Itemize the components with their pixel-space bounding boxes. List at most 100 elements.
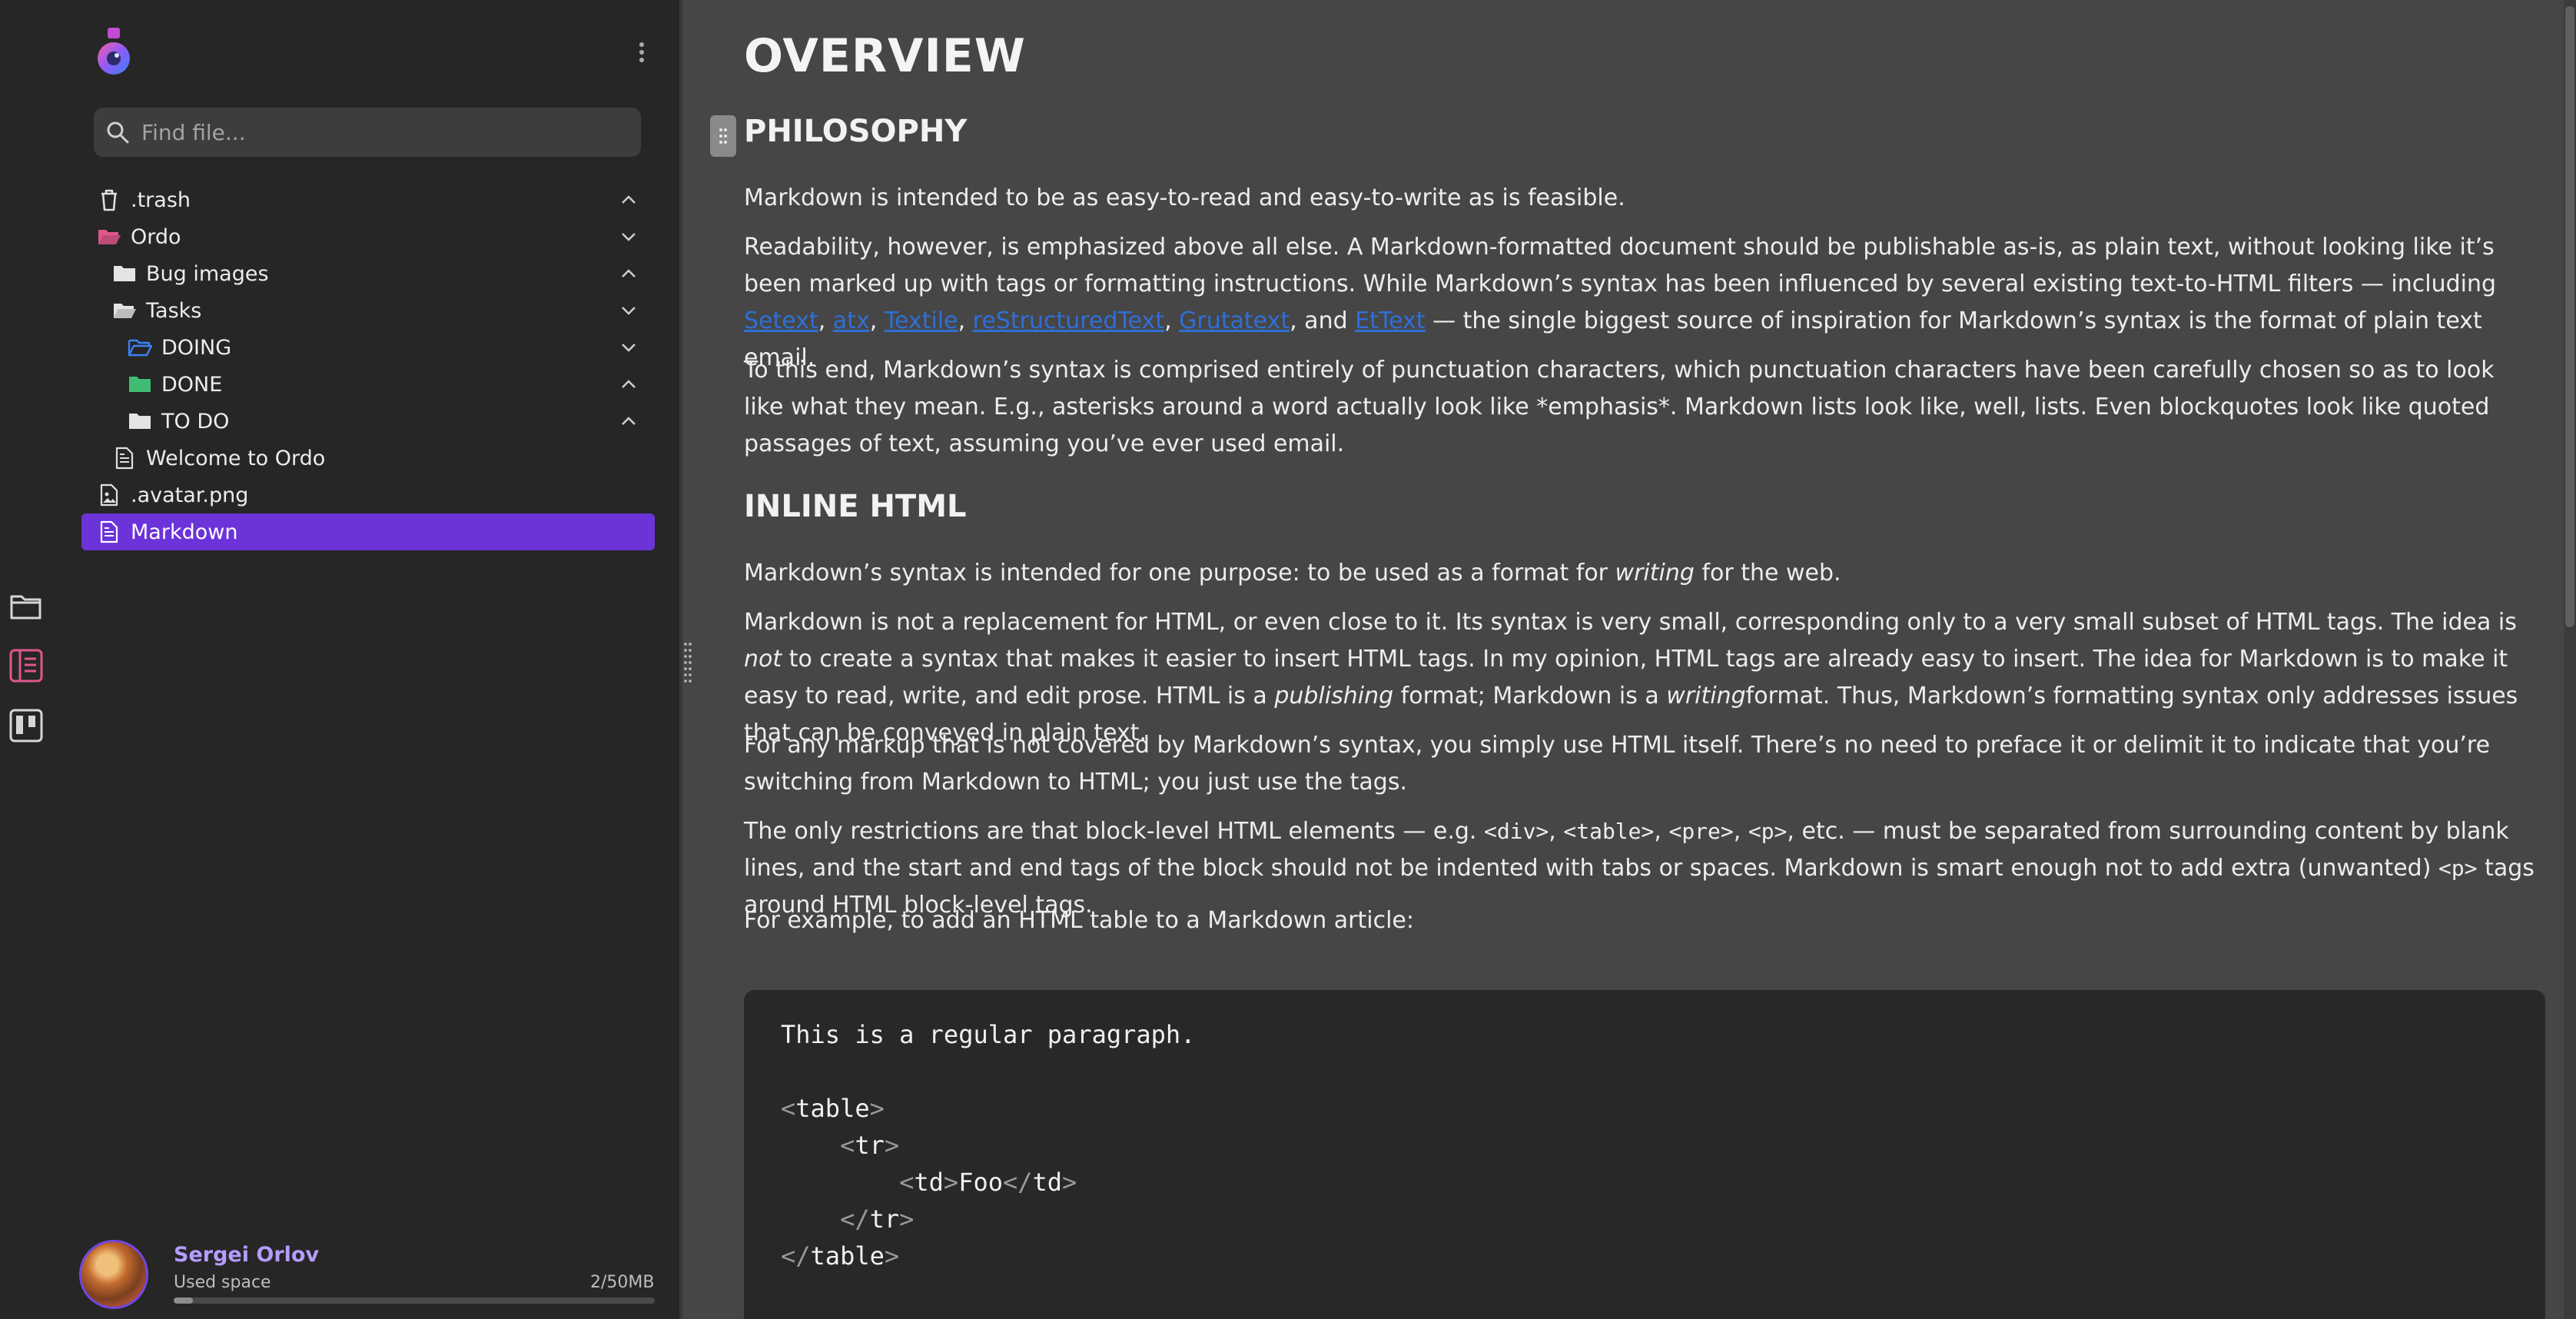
tag-name: td — [1032, 1168, 1063, 1197]
chevron-up-icon[interactable] — [616, 261, 641, 286]
activity-kanban-button[interactable] — [8, 707, 45, 744]
app-logo — [94, 26, 134, 77]
tree-item-bug-images[interactable]: Bug images — [81, 255, 655, 292]
code-block[interactable]: This is a regular paragraph. <table> <tr>… — [744, 990, 2545, 1319]
tag-bracket: > — [943, 1168, 959, 1197]
sidebar: .trash Ordo Bug images Tasks — [52, 0, 679, 1319]
cell-text: Foo — [958, 1168, 1003, 1197]
paragraph: For any markup that is not covered by Ma… — [744, 732, 2491, 796]
chevron-up-icon[interactable] — [616, 188, 641, 212]
link-textile[interactable]: Textile — [885, 307, 958, 334]
chevron-up-icon[interactable] — [616, 372, 641, 397]
tag-name: tr — [855, 1131, 885, 1160]
more-options-button[interactable] — [630, 38, 653, 66]
text: , — [1549, 818, 1564, 845]
link-atx[interactable]: atx — [833, 307, 870, 334]
text: , — [1733, 818, 1748, 845]
tag-bracket: < — [840, 1131, 855, 1160]
paragraph: For example, to add an HTML table to a M… — [744, 907, 1414, 934]
text: , — [1164, 307, 1180, 334]
tag-bracket: > — [884, 1131, 900, 1160]
block-drag-handle[interactable] — [710, 115, 736, 157]
tree-item-ordo[interactable]: Ordo — [81, 218, 655, 255]
text: , and — [1290, 307, 1356, 334]
scrollbar-thumb[interactable] — [2565, 6, 2574, 627]
editor[interactable]: OVERVIEW PHILOSOPHY Markdown is intended… — [682, 0, 2558, 1319]
chevron-down-icon[interactable] — [616, 335, 641, 360]
tag-bracket: </ — [840, 1204, 870, 1234]
folder-open-icon — [128, 335, 152, 360]
code-line: This is a regular paragraph. — [781, 1020, 1196, 1049]
tree-item-doing[interactable]: DOING — [81, 329, 655, 366]
tree-item-label: .trash — [131, 188, 191, 212]
tree-item-tasks[interactable]: Tasks — [81, 292, 655, 329]
inline-code: <table> — [1563, 819, 1655, 844]
tree-item-label: Bug images — [146, 261, 269, 286]
tag-bracket: > — [869, 1094, 885, 1123]
text: Markdown’s syntax is intended for one pu… — [744, 560, 1615, 586]
used-space-fill — [174, 1297, 194, 1304]
tag-name: tr — [869, 1204, 900, 1234]
user-name[interactable]: Sergei Orlov — [174, 1243, 319, 1267]
emphasis: writing — [1666, 683, 1746, 709]
text: for the web. — [1694, 560, 1841, 586]
tree-item-trash[interactable]: .trash — [81, 181, 655, 218]
tag-bracket: < — [781, 1094, 796, 1123]
link-setext[interactable]: Setext — [744, 307, 818, 334]
link-grutatext[interactable]: Grutatext — [1179, 307, 1290, 334]
link-ettext[interactable]: EtText — [1355, 307, 1425, 334]
chevron-up-icon[interactable] — [616, 409, 641, 434]
tag-bracket: </ — [1002, 1168, 1033, 1197]
tree-item-welcome[interactable]: Welcome to Ordo — [81, 440, 655, 477]
inline-code: <p> — [2438, 856, 2478, 881]
emphasis: not — [744, 646, 782, 673]
file-search[interactable] — [94, 108, 641, 157]
heading-overview: OVERVIEW — [744, 29, 1026, 83]
avatar[interactable] — [81, 1242, 146, 1307]
paragraph: Markdown is intended to be as easy-to-re… — [744, 184, 1625, 211]
paragraph: To this end, Markdown’s syntax is compri… — [744, 357, 2495, 457]
activity-editor-button[interactable] — [8, 647, 45, 684]
folder-icon — [128, 409, 152, 434]
folder-icon — [10, 595, 41, 620]
tree-item-label: .avatar.png — [131, 483, 249, 507]
folder-open-icon — [97, 224, 121, 249]
editor-icon — [9, 649, 43, 683]
tree-item-done[interactable]: DONE — [81, 366, 655, 403]
chevron-down-icon[interactable] — [616, 298, 641, 323]
text: Readability, however, is emphasized abov… — [744, 234, 2497, 297]
link-restructuredtext[interactable]: reStructuredText — [973, 307, 1164, 334]
heading-inline-html: INLINE HTML — [744, 489, 967, 524]
kanban-icon — [9, 709, 43, 743]
folder-icon — [128, 372, 152, 397]
tag-bracket: > — [899, 1204, 915, 1234]
chevron-down-icon[interactable] — [616, 224, 641, 249]
search-input[interactable] — [140, 108, 641, 156]
tree-item-label: TO DO — [161, 409, 230, 434]
tag-name: table — [810, 1241, 885, 1271]
tree-item-avatar-png[interactable]: .avatar.png — [81, 477, 655, 513]
tree-item-label: DONE — [161, 372, 223, 397]
code-line: </table> — [781, 1238, 2508, 1274]
file-tree: .trash Ordo Bug images Tasks DOING DONE … — [81, 181, 655, 550]
text: , — [869, 307, 885, 334]
tree-item-label: Welcome to Ordo — [146, 446, 326, 470]
tag-bracket: < — [899, 1168, 915, 1197]
tree-item-label: DOING — [161, 335, 232, 360]
used-space-value: 2/50MB — [590, 1273, 655, 1292]
code-line: <td>Foo</td> — [781, 1164, 2508, 1201]
folder-icon — [112, 261, 137, 286]
file-text-icon — [97, 520, 121, 544]
tree-item-todo[interactable]: TO DO — [81, 403, 655, 440]
activity-files-button[interactable] — [8, 587, 45, 624]
inline-code: <div> — [1484, 819, 1549, 844]
tag-bracket: </ — [781, 1241, 811, 1271]
heading-philosophy: PHILOSOPHY — [744, 114, 968, 149]
tree-item-markdown[interactable]: Markdown — [81, 513, 655, 550]
text: , — [818, 307, 833, 334]
tag-bracket: > — [884, 1241, 900, 1271]
paragraph: Markdown’s syntax is intended for one pu… — [744, 555, 2538, 592]
inline-code: <pre> — [1668, 819, 1734, 844]
